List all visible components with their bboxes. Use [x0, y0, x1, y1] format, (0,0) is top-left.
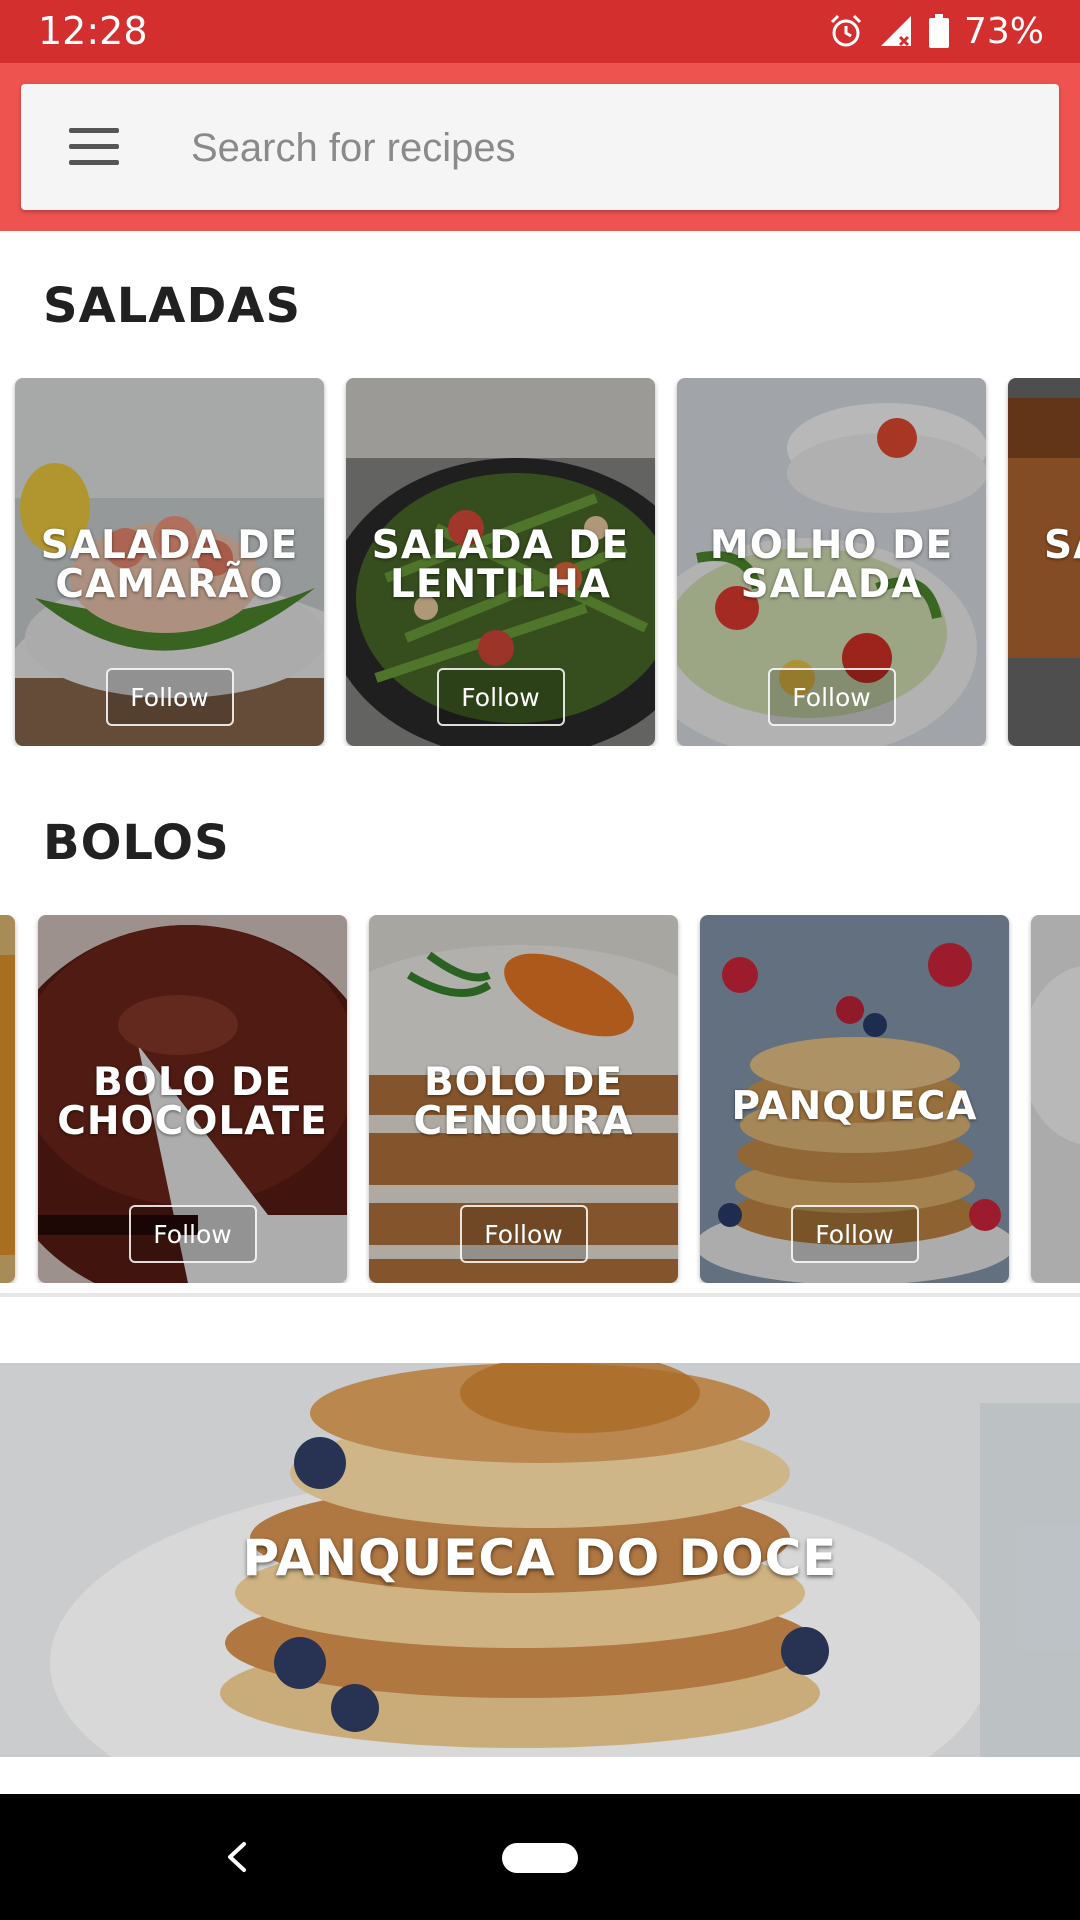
battery-icon: [928, 13, 950, 49]
card-title: SALADA DE CAMARÃO: [40, 523, 299, 607]
recipe-card-partial[interactable]: SA: [1008, 378, 1080, 746]
menu-icon[interactable]: [69, 124, 123, 170]
section-title-bolos: BOLOS: [43, 815, 230, 871]
card-overlay: [1031, 915, 1080, 1283]
signal-icon: [878, 13, 914, 49]
featured-recipe-banner[interactable]: PANQUECA DO DOCE: [0, 1363, 1080, 1757]
card-row-saladas[interactable]: SALADA DE CAMARÃO Follow SALADA DE LENTI…: [0, 378, 1080, 746]
card-overlay: [0, 915, 15, 1283]
status-icons: 73%: [828, 8, 1044, 54]
follow-button[interactable]: Follow: [436, 668, 565, 726]
recipe-card-bolo-de-cenoura[interactable]: BOLO DE CENOURA Follow: [369, 915, 678, 1283]
card-title: PANQUECA: [731, 1084, 978, 1129]
recipe-card-salada-de-lentilha[interactable]: SALADA DE LENTILHA Follow: [346, 378, 655, 746]
recipe-card-bolo-de-chocolate[interactable]: BOLO DE CHOCOLATE Follow: [38, 915, 347, 1283]
recipe-card-salada-de-camarao[interactable]: SALADA DE CAMARÃO Follow: [15, 378, 324, 746]
divider: [0, 1293, 1080, 1297]
follow-button[interactable]: Follow: [105, 668, 234, 726]
battery-percent: 73%: [963, 10, 1044, 52]
card-title: SALADA DE LENTILHA: [371, 523, 630, 607]
search-input[interactable]: [189, 114, 1013, 182]
app-bar: [0, 63, 1080, 231]
card-title: MOLHO DE SALADA: [709, 523, 954, 607]
status-time: 12:28: [38, 9, 148, 53]
card-row-bolos[interactable]: BOLO DE CHOCOLATE Follow BOLO DE CENOURA…: [0, 915, 1080, 1283]
featured-title: PANQUECA DO DOCE: [242, 1529, 838, 1587]
recipe-card-panqueca[interactable]: PANQUECA Follow: [700, 915, 1009, 1283]
card-title: BOLO DE CENOURA: [413, 1060, 634, 1144]
recipe-card-partial-right[interactable]: [1031, 915, 1080, 1283]
card-title: SA: [1044, 523, 1080, 568]
section-title-saladas: SALADAS: [43, 278, 302, 334]
recipe-card-molho-de-salada[interactable]: MOLHO DE SALADA Follow: [677, 378, 986, 746]
alarm-icon: [828, 13, 864, 49]
back-icon[interactable]: [216, 1832, 256, 1882]
status-bar: 12:28 73%: [0, 0, 1080, 63]
recipe-card-partial-left[interactable]: [0, 915, 15, 1283]
follow-button[interactable]: Follow: [767, 668, 896, 726]
follow-button[interactable]: Follow: [790, 1205, 919, 1263]
card-title: BOLO DE CHOCOLATE: [57, 1060, 328, 1144]
follow-button[interactable]: Follow: [459, 1205, 588, 1263]
home-pill-icon[interactable]: [502, 1843, 578, 1873]
search-bar: [21, 84, 1059, 210]
follow-button[interactable]: Follow: [128, 1205, 257, 1263]
